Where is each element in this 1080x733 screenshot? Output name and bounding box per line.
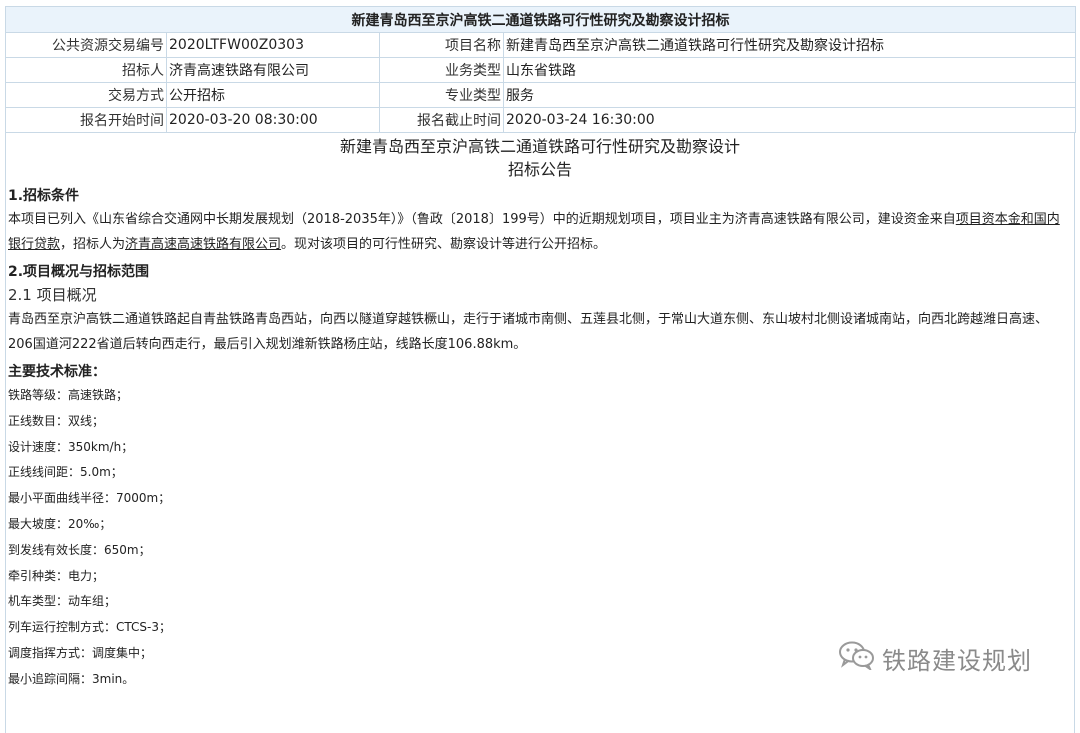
paragraph-text: ，招标人为 [60,237,126,252]
table-row: 招标人 济青高速铁路有限公司 业务类型 山东省铁路 [5,57,1076,83]
field-label: 业务类型 [379,57,504,83]
paragraph-text: 本项目已列入《山东省综合交通网中长期发展规划（2018-2035年）》（鲁政〔2… [8,212,956,227]
subsection-heading: 2.1 项目概况 [8,286,97,304]
field-value: 新建青岛西至京沪高铁二通道铁路可行性研究及勘察设计招标 [503,32,1076,58]
paragraph-text: 。现对该项目的可行性研究、勘察设计等进行公开招标。 [281,237,607,252]
document-title-line2: 招标公告 [507,160,572,179]
field-value: 济青高速铁路有限公司 [166,57,380,83]
field-label: 公共资源交易编号 [5,32,167,58]
field-value: 2020LTFW00Z0303 [166,32,380,58]
table-row: 报名开始时间 2020-03-20 08:30:00 报名截止时间 2020-0… [5,107,1076,133]
paragraph-tender-conditions: 本项目已列入《山东省综合交通网中长期发展规划（2018-2035年）》（鲁政〔2… [8,207,1072,257]
table-title-row: 新建青岛西至京沪高铁二通道铁路可行性研究及勘察设计招标 [5,6,1076,33]
list-item: 正线线间距：5.0m； [8,465,123,480]
list-item: 到发线有效长度：650m； [8,542,151,557]
list-item: 牵引种类：电力； [8,568,105,583]
announcement-page: 新建青岛西至京沪高铁二通道铁路可行性研究及勘察设计招标 公共资源交易编号 202… [5,6,1076,733]
field-label: 交易方式 [5,82,167,108]
paragraph-project-overview: 青岛西至京沪高铁二通道铁路起自青盐铁路青岛西站，向西以隧道穿越铁橛山，走行于诸城… [8,312,1049,352]
list-item: 列车运行控制方式：CTCS-3； [8,620,171,635]
field-value: 服务 [503,82,1076,108]
field-value: 2020-03-20 08:30:00 [166,107,380,133]
field-value: 2020-03-24 16:30:00 [503,107,1076,133]
table-title: 新建青岛西至京沪高铁二通道铁路可行性研究及勘察设计招标 [5,6,1076,33]
list-item: 最小平面曲线半径：7000m； [8,491,171,506]
list-item: 设计速度：350km/h； [8,439,134,454]
field-label: 招标人 [5,57,167,83]
list-item: 最大坡度：20‰； [8,516,112,531]
list-item: 机车类型：动车组； [8,594,117,609]
field-label: 报名截止时间 [379,107,504,133]
field-label: 专业类型 [379,82,504,108]
table-row: 公共资源交易编号 2020LTFW00Z0303 项目名称 新建青岛西至京沪高铁… [5,32,1076,58]
section-heading: 1.招标条件 [8,188,80,204]
watermark: 铁路建设规划 [838,640,1032,676]
section-heading: 2.项目概况与招标范围 [8,264,150,280]
field-value: 公开招标 [166,82,380,108]
tenderer-name-text: 济青高速高速铁路有限公司 [125,237,282,252]
field-label: 报名开始时间 [5,107,167,133]
list-item: 铁路等级：高速铁路； [8,388,129,402]
list-item: 正线数目：双线； [8,413,105,428]
watermark-text: 铁路建设规划 [882,646,1032,675]
table-row: 交易方式 公开招标 专业类型 服务 [5,82,1076,108]
field-value: 山东省铁路 [503,57,1076,83]
project-info-table: 新建青岛西至京沪高铁二通道铁路可行性研究及勘察设计招标 公共资源交易编号 202… [5,6,1076,133]
wechat-icon [838,640,882,676]
document-title-line1: 新建青岛西至京沪高铁二通道铁路可行性研究及勘察设计 [339,137,740,156]
field-label: 项目名称 [379,32,504,58]
standards-label: 主要技术标准： [8,364,106,380]
